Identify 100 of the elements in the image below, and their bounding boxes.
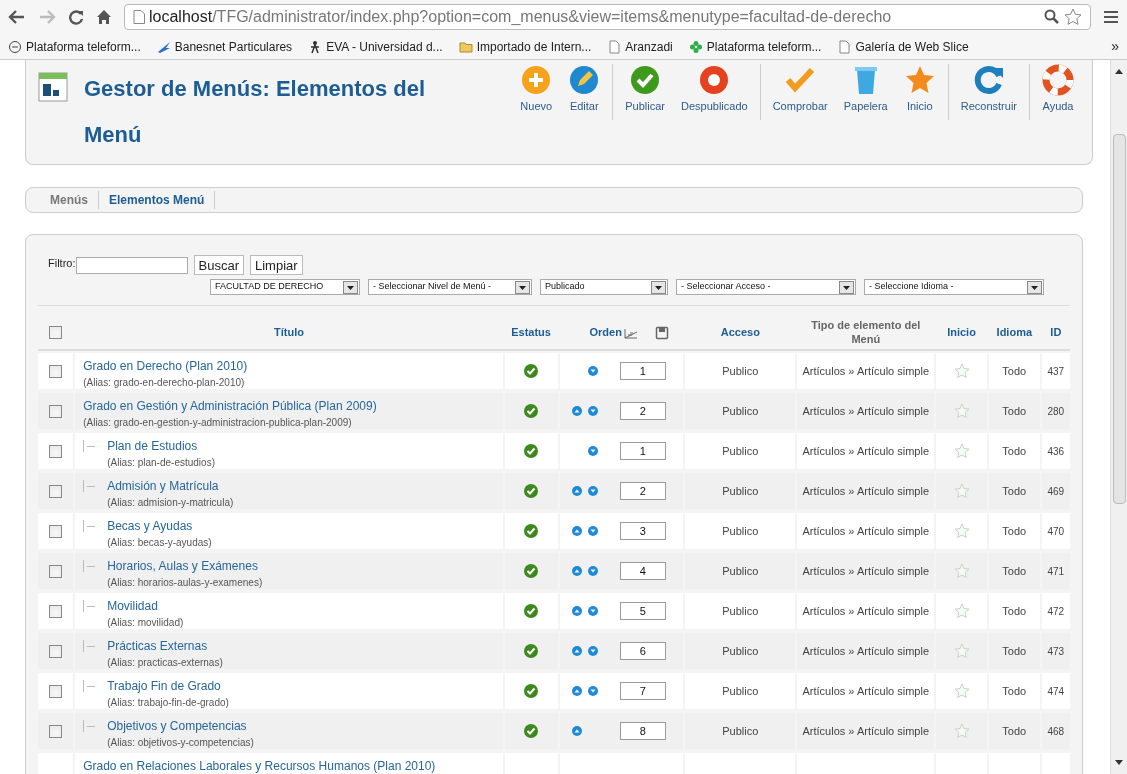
star-outline-icon[interactable] — [953, 563, 970, 579]
toolbar-button[interactable]: Nuevo — [512, 64, 561, 120]
row-checkbox[interactable] — [49, 364, 63, 378]
item-title-link[interactable]: Plan de Estudios — [107, 437, 215, 455]
row-checkbox[interactable] — [49, 484, 63, 498]
down-arrow-icon[interactable] — [587, 686, 598, 696]
filter-field[interactable] — [75, 256, 188, 274]
star-outline-icon[interactable] — [953, 403, 970, 419]
order-field[interactable]: 1 — [619, 442, 666, 460]
row-checkbox[interactable] — [49, 444, 63, 458]
filter-select[interactable]: - Seleccione Idioma - — [864, 279, 1044, 295]
scroll-thumb[interactable] — [1112, 134, 1126, 504]
up-arrow-icon[interactable] — [571, 726, 582, 736]
bookmark[interactable]: Galería de Web Slice — [837, 37, 969, 56]
submenu-tab[interactable]: Elementos Menú — [99, 191, 216, 209]
filter-select[interactable]: Publicado — [540, 279, 668, 295]
row-checkbox[interactable] — [49, 404, 63, 418]
bookmark[interactable]: Plataforma teleform... — [8, 37, 141, 56]
row-checkbox[interactable] — [49, 644, 63, 658]
down-arrow-icon[interactable] — [587, 486, 598, 496]
address-bar[interactable]: localhost/TFG/administrator/index.php?option=com_menus&view=items&menutype=facultad-de-derecho — [124, 4, 1091, 30]
forward-icon[interactable] — [38, 9, 56, 25]
order-field[interactable]: 2 — [619, 482, 666, 500]
toolbar-button[interactable]: Publicar — [617, 64, 673, 120]
order-field[interactable]: 6 — [619, 642, 666, 660]
submenu-tab[interactable]: Menús — [40, 191, 99, 209]
item-title-link[interactable]: Objetivos y Competencias — [107, 717, 254, 735]
item-title-link[interactable]: Grado en Gestión y Administración Pública (Plan 2009) — [83, 397, 377, 415]
home-icon[interactable] — [96, 9, 112, 25]
star-outline-icon[interactable] — [953, 443, 970, 459]
filter-button[interactable]: Limpiar — [249, 255, 303, 275]
item-title-link[interactable]: Horarios, Aulas y Exámenes — [107, 557, 263, 575]
star-outline-icon[interactable] — [953, 723, 970, 739]
toolbar-button[interactable]: Reconstruir — [952, 64, 1025, 120]
column-header[interactable]: Estatus — [511, 325, 551, 340]
item-title-link[interactable]: Grado en Derecho (Plan 2010) — [83, 357, 248, 375]
star-outline-icon[interactable] — [953, 643, 970, 659]
order-field[interactable]: 5 — [619, 602, 666, 620]
toolbar-button[interactable]: Papelera — [835, 64, 896, 120]
item-title-link[interactable]: Becas y Ayudas — [107, 517, 212, 535]
toolbar-button[interactable]: Despublicado — [673, 64, 756, 120]
star-outline-icon[interactable] — [953, 363, 970, 379]
star-outline-icon[interactable] — [953, 523, 970, 539]
toolbar-button[interactable]: Editar — [560, 64, 609, 120]
up-arrow-icon[interactable] — [571, 686, 582, 696]
item-title-link[interactable]: Admisión y Matrícula — [107, 477, 234, 495]
bookmark[interactable]: EVA - Universidad d... — [308, 37, 443, 56]
up-arrow-icon[interactable] — [571, 606, 582, 616]
star-outline-icon[interactable] — [953, 603, 970, 619]
order-field[interactable]: 8 — [619, 722, 666, 740]
row-checkbox[interactable] — [49, 684, 63, 698]
order-field[interactable]: 2 — [619, 402, 666, 420]
order-field[interactable]: 4 — [619, 562, 666, 580]
column-header[interactable]: Título — [273, 325, 304, 340]
row-checkbox[interactable] — [49, 524, 63, 538]
down-arrow-icon[interactable] — [587, 366, 598, 376]
bookmark[interactable]: Importado de Intern... — [458, 37, 592, 56]
item-title-link[interactable]: Prácticas Externas — [107, 637, 223, 655]
column-header[interactable]: Acceso — [720, 325, 760, 340]
item-title-link[interactable]: Trabajo Fin de Grado — [107, 677, 229, 695]
scroll-up-icon[interactable] — [1115, 68, 1123, 74]
star-outline-icon[interactable] — [953, 483, 970, 499]
bookmark[interactable]: Aranzadi — [607, 37, 673, 56]
order-field[interactable]: 7 — [619, 682, 666, 700]
row-checkbox[interactable] — [49, 564, 63, 578]
order-field[interactable]: 3 — [619, 522, 666, 540]
star-icon[interactable] — [1064, 8, 1082, 26]
scroll-down-icon[interactable] — [1115, 760, 1123, 766]
column-header[interactable]: Orden — [589, 325, 622, 340]
bookmark[interactable]: Banesnet Particulares — [156, 37, 293, 56]
bookmark[interactable]: Plataforma teleform... — [688, 37, 822, 56]
zoom-icon[interactable] — [1044, 9, 1060, 25]
filter-select[interactable]: FACULTAD DE DERECHO — [210, 279, 360, 295]
row-checkbox[interactable] — [49, 724, 63, 738]
save-icon[interactable] — [655, 325, 670, 340]
back-icon[interactable] — [8, 9, 26, 25]
toolbar-button[interactable]: Comprobar — [764, 64, 836, 120]
toolbar-button[interactable]: Ayuda — [1034, 64, 1082, 120]
up-arrow-icon[interactable] — [571, 566, 582, 576]
order-field[interactable]: 1 — [619, 362, 666, 380]
column-header[interactable]: Inicio — [947, 325, 976, 340]
up-arrow-icon[interactable] — [571, 406, 582, 416]
star-outline-icon[interactable] — [953, 683, 970, 699]
toolbar-button[interactable]: Inicio — [895, 64, 944, 120]
column-header[interactable]: ID — [1050, 325, 1062, 340]
bookmarks-overflow[interactable]: » — [1111, 36, 1119, 57]
select-all-checkbox[interactable] — [49, 326, 63, 339]
filter-select[interactable]: - Seleccionar Nivel de Menú - — [368, 279, 532, 295]
item-title-link[interactable]: Movilidad — [107, 597, 184, 615]
down-arrow-icon[interactable] — [587, 526, 598, 536]
row-checkbox[interactable] — [49, 604, 63, 618]
column-header[interactable]: Idioma — [996, 325, 1033, 340]
down-arrow-icon[interactable] — [587, 446, 598, 456]
down-arrow-icon[interactable] — [587, 566, 598, 576]
down-arrow-icon[interactable] — [587, 406, 598, 416]
reload-icon[interactable] — [68, 9, 84, 25]
down-arrow-icon[interactable] — [587, 646, 598, 656]
menu-icon[interactable] — [1103, 10, 1119, 24]
up-arrow-icon[interactable] — [571, 526, 582, 536]
up-arrow-icon[interactable] — [571, 486, 582, 496]
